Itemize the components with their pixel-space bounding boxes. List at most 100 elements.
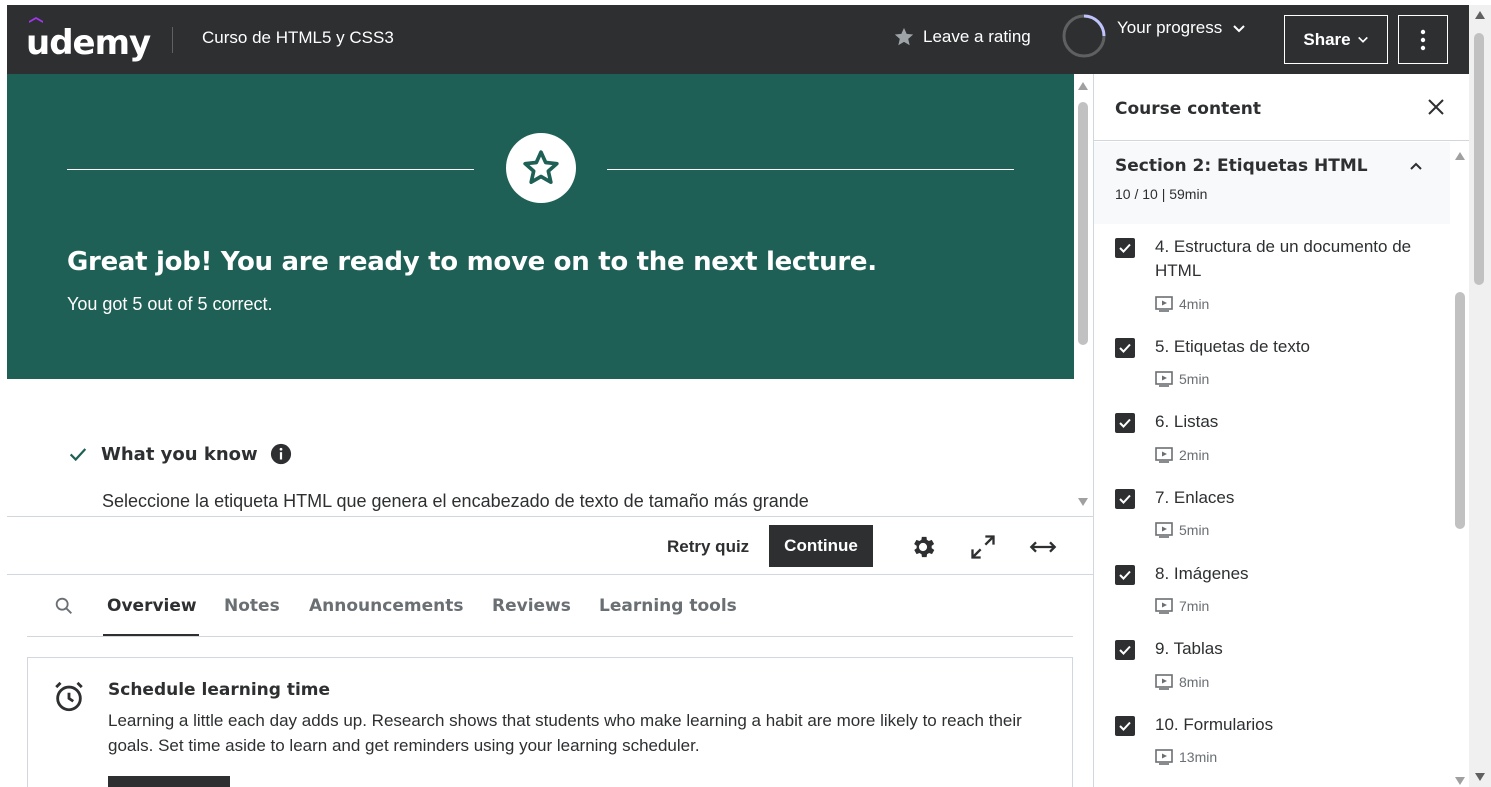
question-text: Seleccione la etiqueta HTML que genera e… [102, 491, 809, 511]
tab-reviews[interactable]: Reviews [492, 596, 571, 616]
lecture-duration-text: 8min [1179, 674, 1210, 690]
completed-checkbox[interactable] [1115, 565, 1135, 585]
tab-learning-tools[interactable]: Learning tools [599, 596, 737, 616]
checkmark-icon [1119, 570, 1131, 580]
star-outline-icon [523, 150, 559, 185]
settings-gear-icon[interactable] [909, 533, 937, 561]
sidebar-scroll-thumb[interactable] [1455, 292, 1465, 529]
scroll-down-arrow-icon[interactable] [1078, 498, 1088, 506]
progress-dropdown[interactable]: Your progress [1061, 13, 1246, 59]
search-icon[interactable] [53, 595, 75, 617]
course-title[interactable]: Curso de HTML5 y CSS3 [202, 28, 394, 48]
video-icon [1155, 598, 1173, 614]
leave-rating-label: Leave a rating [923, 27, 1031, 46]
share-button[interactable]: Share [1284, 15, 1388, 64]
scroll-up-arrow-icon[interactable] [1078, 82, 1088, 90]
tab-notes[interactable]: Notes [224, 596, 280, 616]
retry-quiz-button[interactable]: Retry quiz [667, 537, 749, 557]
chevron-down-icon [1357, 36, 1368, 43]
scroll-down-arrow-icon[interactable] [1475, 773, 1485, 781]
lecture-duration: 4min [1155, 296, 1209, 312]
video-icon [1155, 522, 1173, 538]
chevron-down-icon [1233, 25, 1245, 33]
completed-checkbox[interactable] [1115, 238, 1135, 258]
tab-overview[interactable]: Overview [107, 596, 197, 616]
progress-ring-icon [1062, 14, 1106, 58]
lecture-duration-text: 2min [1179, 447, 1210, 463]
info-icon[interactable] [270, 443, 292, 465]
lecture-item[interactable]: 4. Estructura de un documento de HTML 4m… [1094, 237, 1450, 324]
window-scroll-thumb[interactable] [1474, 33, 1484, 285]
what-you-know-label: What you know [101, 443, 258, 465]
completed-checkbox[interactable] [1115, 413, 1135, 433]
fullscreen-expand-icon[interactable] [969, 533, 997, 561]
video-icon [1155, 674, 1173, 690]
content-scroll-thumb[interactable] [1078, 102, 1088, 345]
chevron-up-icon [1410, 162, 1422, 170]
schedule-learning-card: Schedule learning time Learning a little… [27, 657, 1073, 787]
logo-text: udemy [26, 23, 151, 63]
checkmark-icon [1119, 418, 1131, 428]
sidebar-header: Course content [1094, 74, 1469, 141]
window-scrollbar[interactable] [1469, 5, 1491, 787]
lecture-title: 8. Imágenes [1155, 564, 1249, 583]
completed-checkbox[interactable] [1115, 640, 1135, 660]
continue-button[interactable]: Continue [769, 525, 873, 567]
star-icon [894, 27, 914, 46]
header-divider [172, 27, 173, 53]
lecture-duration: 5min [1155, 371, 1209, 387]
udemy-logo[interactable]: udemy [26, 17, 151, 63]
scroll-down-arrow-icon[interactable] [1455, 777, 1465, 785]
tab-announcements[interactable]: Announcements [309, 596, 463, 616]
lecture-title: 6. Listas [1155, 412, 1219, 431]
progress-label: Your progress [1117, 18, 1223, 37]
video-icon [1155, 447, 1173, 463]
quiz-review-area: What you know Seleccione la etiqueta HTM… [7, 379, 1074, 516]
checkmark-icon [1119, 343, 1131, 353]
quiz-controls-bar: Retry quiz Continue [7, 516, 1093, 575]
lecture-duration: 13min [1155, 749, 1217, 765]
more-options-button[interactable] [1398, 15, 1448, 64]
sidebar-scrollbar[interactable] [1450, 142, 1469, 787]
lecture-item[interactable]: 8. Imágenes 7min [1094, 564, 1450, 627]
lecture-duration: 2min [1155, 447, 1209, 463]
more-vertical-icon [1420, 29, 1426, 50]
lecture-title: 4. Estructura de un documento de HTML [1155, 237, 1412, 280]
result-score: You got 5 out of 5 correct. [67, 294, 273, 314]
leave-rating-button[interactable]: Leave a rating [893, 26, 1031, 48]
quiz-result-banner: Great job! You are ready to move on to t… [7, 74, 1074, 379]
lecture-item[interactable]: 5. Etiquetas de texto 5min [1094, 337, 1450, 400]
lecture-duration-text: 13min [1179, 749, 1218, 765]
completed-checkbox[interactable] [1115, 716, 1135, 736]
what-you-know-heading: What you know [67, 443, 292, 465]
close-icon[interactable] [1424, 95, 1448, 119]
lecture-item[interactable]: 7. Enlaces 5min [1094, 488, 1450, 551]
section-title: Section 2: Etiquetas HTML [1115, 156, 1368, 176]
section-header[interactable]: Section 2: Etiquetas HTML 10 / 10 | 59mi… [1094, 142, 1450, 224]
lecture-item[interactable]: 6. Listas 2min [1094, 412, 1450, 475]
lecture-item[interactable]: 9. Tablas 8min [1094, 639, 1450, 702]
checkmark-icon [1119, 494, 1131, 504]
content-scrollbar[interactable] [1074, 74, 1093, 516]
result-headline: Great job! You are ready to move on to t… [67, 247, 877, 277]
lecture-duration-text: 4min [1179, 296, 1210, 312]
lecture-duration-text: 5min [1179, 371, 1210, 387]
alarm-clock-icon [55, 681, 83, 712]
course-content-sidebar: Course content Section 2: Etiquetas HTML… [1093, 74, 1469, 787]
get-started-button[interactable] [108, 776, 230, 787]
lecture-title: 7. Enlaces [1155, 488, 1235, 507]
schedule-title: Schedule learning time [108, 680, 331, 700]
completed-checkbox[interactable] [1115, 338, 1135, 358]
lecture-item[interactable]: 10. Formularios 13min [1094, 715, 1450, 778]
top-bar: udemy Curso de HTML5 y CSS3 Leave a rati… [7, 5, 1469, 74]
completed-checkbox[interactable] [1115, 489, 1135, 509]
sidebar-title: Course content [1115, 99, 1261, 119]
scroll-up-arrow-icon[interactable] [1455, 152, 1465, 160]
scroll-up-arrow-icon[interactable] [1475, 11, 1485, 19]
lecture-duration: 8min [1155, 674, 1209, 690]
lecture-duration: 7min [1155, 598, 1209, 614]
expand-width-icon[interactable] [1029, 533, 1057, 561]
banner-rule-left [67, 169, 474, 170]
video-icon [1155, 371, 1173, 387]
course-tabs: Overview Notes Announcements Reviews Lea… [27, 575, 1073, 637]
